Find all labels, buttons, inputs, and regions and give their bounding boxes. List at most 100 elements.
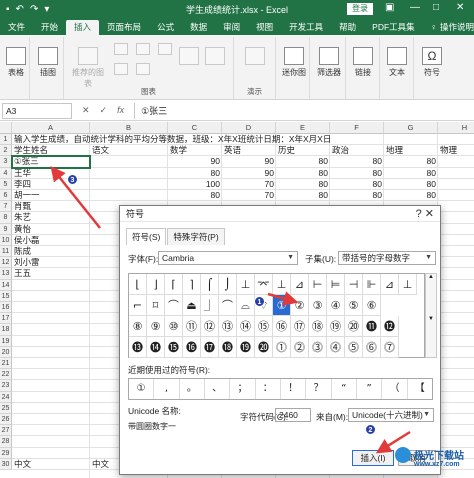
column-header-f[interactable]: F — [330, 122, 384, 134]
symbol-cell[interactable]: ⓫ — [363, 316, 381, 337]
symbol-cell[interactable]: ⓯ — [165, 337, 183, 358]
name-cell[interactable]: 胡一一 — [12, 190, 90, 201]
score-cell[interactable]: 90 — [168, 156, 222, 167]
symbol-cell[interactable]: ⑩ — [165, 316, 183, 337]
row-header[interactable]: 23 — [0, 380, 12, 392]
tab-file[interactable]: 文件 — [0, 20, 33, 35]
row-header[interactable]: 26 — [0, 414, 12, 426]
symbol-cell[interactable]: ⓴ — [255, 337, 273, 358]
recent-symbol[interactable]: 【 — [408, 379, 432, 399]
minimize-button[interactable]: — — [410, 2, 420, 13]
row-header[interactable]: 4 — [0, 167, 12, 179]
symbol-cell[interactable]: ⊿ — [291, 274, 309, 295]
symbol-cell[interactable]: ⑤ — [345, 295, 363, 316]
score-cell[interactable]: 80 — [168, 190, 222, 201]
score-cell[interactable]: 80 — [276, 179, 330, 190]
symbol-cell[interactable]: ⌐ — [129, 295, 147, 316]
scatter-chart-icon[interactable] — [134, 63, 152, 77]
symbol-cell[interactable]: ⓰ — [183, 337, 201, 358]
redo-icon[interactable]: ↷ — [30, 4, 38, 15]
header-cell[interactable]: 语文 — [90, 145, 168, 156]
symbol-cell[interactable]: ⊢ — [309, 274, 327, 295]
row-header[interactable]: 21 — [0, 358, 12, 370]
score-cell[interactable]: 90 — [222, 168, 276, 179]
row-header[interactable]: 22 — [0, 369, 12, 381]
name-cell[interactable]: 朱艺 — [12, 212, 90, 223]
row-header[interactable]: 18 — [0, 324, 12, 336]
row-header[interactable]: 12 — [0, 257, 12, 269]
symbol-cell[interactable]: ⌒ — [165, 295, 183, 316]
header-cell[interactable]: 物理 — [438, 145, 474, 156]
recent-symbol[interactable]: ： — [256, 379, 281, 399]
line-chart-icon[interactable] — [134, 43, 152, 57]
score-cell[interactable]: 70 — [222, 179, 276, 190]
column-header-d[interactable]: D — [222, 122, 276, 134]
row-header[interactable]: 28 — [0, 436, 12, 448]
score-cell[interactable]: 80 — [330, 156, 384, 167]
row-header[interactable]: 15 — [0, 290, 12, 302]
cancel-icon[interactable]: ✕ — [82, 105, 90, 116]
close-button[interactable]: ✕ — [456, 2, 464, 13]
score-cell[interactable]: 70 — [222, 190, 276, 201]
title-cell[interactable]: 输入学生成绩，自动统计学科的平均分等数据，班级：X年X班统计日期：X年X月X日 — [12, 134, 333, 145]
tab-data[interactable]: 数据 — [182, 20, 215, 35]
score-cell[interactable]: 80 — [276, 190, 330, 201]
symbol-cell[interactable]: ⓮ — [147, 337, 165, 358]
symbol-cell[interactable]: ② — [291, 295, 309, 316]
score-cell[interactable]: 80 — [276, 168, 330, 179]
recommended-charts-button[interactable]: 推荐的图表 — [70, 47, 106, 89]
score-cell[interactable]: 80 — [384, 179, 438, 190]
text-button[interactable]: 文本 — [385, 47, 409, 78]
row-header[interactable]: 19 — [0, 335, 12, 347]
tables-button[interactable]: 表格 — [4, 47, 28, 78]
restore-button[interactable]: □ — [433, 2, 439, 13]
pie-chart-icon[interactable] — [156, 43, 174, 57]
symbol-grid-scrollbar[interactable]: ▲ ▼ — [425, 273, 437, 358]
symbol-cell[interactable]: ⑧ — [129, 316, 147, 337]
symbol-cell[interactable]: ⑱ — [309, 316, 327, 337]
cell[interactable]: 中文 — [12, 459, 90, 470]
undo-icon[interactable]: ↶ — [16, 4, 24, 15]
save-icon[interactable]: ▪ — [6, 4, 10, 15]
symbol-cell[interactable]: ⓳ — [237, 337, 255, 358]
insert-button[interactable]: 插入(I) — [352, 450, 394, 466]
symbol-cell[interactable]: ⓹ — [345, 337, 363, 358]
symbol-cell[interactable]: ⌠ — [201, 274, 219, 295]
header-cell[interactable]: 英语 — [222, 145, 276, 156]
symbol-cell[interactable]: ⑲ — [327, 316, 345, 337]
row-header[interactable]: 17 — [0, 313, 12, 325]
symbol-cell-selected[interactable]: ① — [273, 295, 291, 316]
symbol-cell[interactable]: ⏌ — [201, 295, 219, 316]
symbol-cell[interactable]: ⑨ — [147, 316, 165, 337]
map-chart-button[interactable] — [204, 47, 226, 67]
recent-symbol[interactable]: ！ — [281, 379, 307, 399]
score-cell[interactable]: 80 — [168, 168, 222, 179]
symbol-cell[interactable]: ⓲ — [219, 337, 237, 358]
header-cell[interactable]: 数学 — [168, 145, 222, 156]
from-select[interactable]: Unicode(十六进制) ▼ — [348, 408, 434, 422]
symbol-cell[interactable]: ⌋ — [147, 274, 165, 295]
column-header-c[interactable]: C — [168, 122, 222, 134]
symbol-cell[interactable]: ⏏ — [183, 295, 201, 316]
dialog-close-button[interactable]: ? ✕ — [416, 207, 434, 220]
font-select[interactable]: Cambria ▼ — [158, 251, 298, 265]
row-header[interactable]: 7 — [0, 201, 12, 213]
link-button[interactable]: 链接 — [351, 47, 375, 78]
row-header[interactable]: 6 — [0, 190, 12, 202]
score-cell[interactable]: 80 — [384, 190, 438, 201]
symbol-cell[interactable]: ⊥ — [399, 274, 417, 295]
symbol-cell[interactable]: ⓶ — [291, 337, 309, 358]
symbol-cell[interactable]: ⌈ — [165, 274, 183, 295]
column-header-b[interactable]: B — [90, 122, 168, 134]
score-cell[interactable]: 80 — [330, 168, 384, 179]
recent-symbol[interactable]: ； — [230, 379, 256, 399]
row-header[interactable]: 16 — [0, 302, 12, 314]
row-header[interactable]: 5 — [0, 178, 12, 190]
symbol-cell[interactable]: ⊿ — [381, 274, 399, 295]
tab-page-layout[interactable]: 页面布局 — [99, 20, 149, 35]
symbol-cell[interactable]: ③ — [309, 295, 327, 316]
name-cell[interactable]: 侯小磊 — [12, 235, 90, 246]
score-cell[interactable]: 80 — [384, 168, 438, 179]
recent-symbol[interactable]: 。 — [180, 379, 205, 399]
tab-view[interactable]: 视图 — [248, 20, 281, 35]
